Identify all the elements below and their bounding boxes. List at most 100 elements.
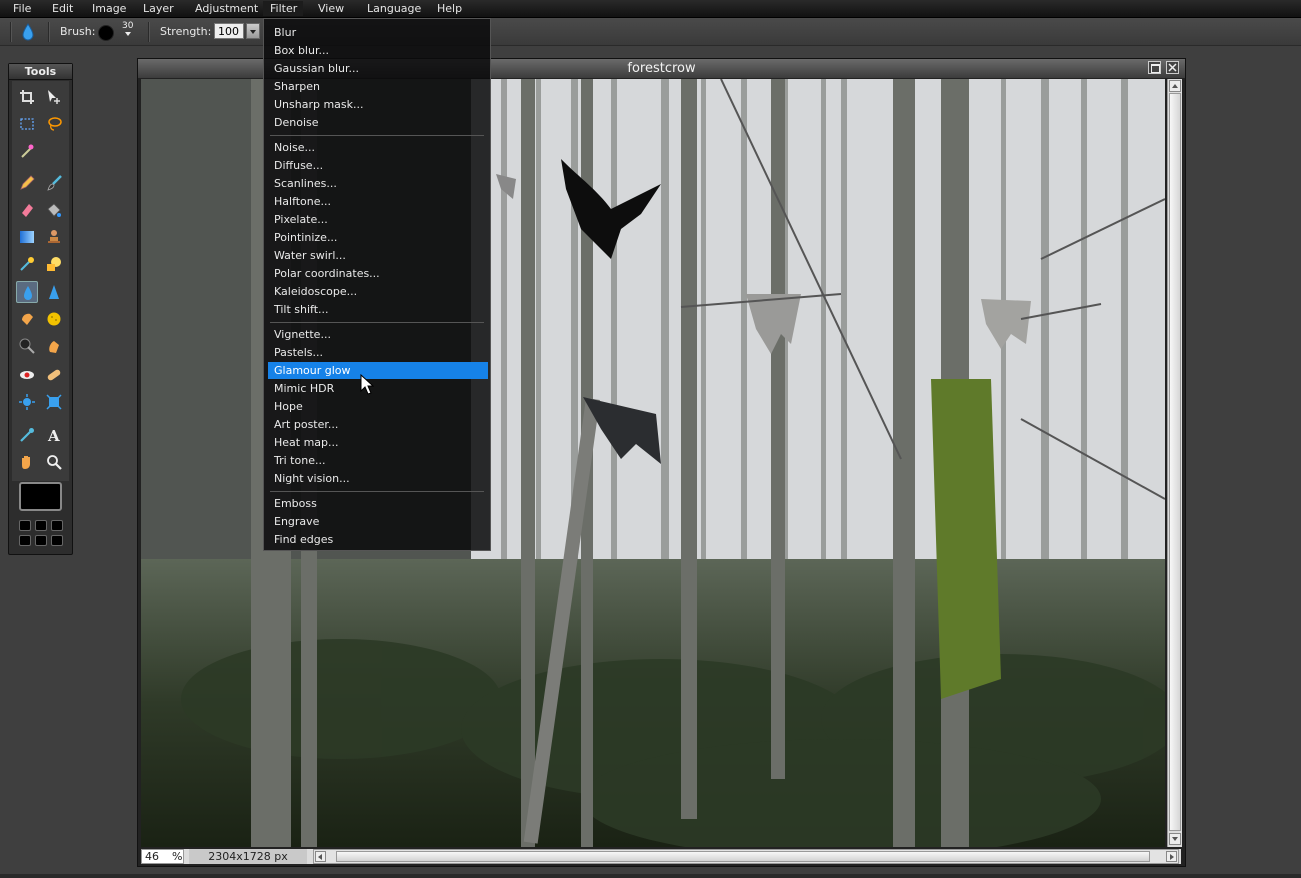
color-preset[interactable] bbox=[51, 520, 63, 531]
filter-menu-item-polar-coordinates[interactable]: Polar coordinates... bbox=[268, 265, 488, 282]
tool-hand[interactable] bbox=[16, 451, 38, 473]
tool-sharpen[interactable] bbox=[43, 281, 65, 303]
menu-adjustment[interactable]: Adjustment bbox=[195, 1, 258, 16]
tool-bloat[interactable] bbox=[16, 391, 38, 413]
foreground-color-swatch[interactable] bbox=[19, 482, 62, 511]
filter-menu-item-box-blur[interactable]: Box blur... bbox=[268, 42, 488, 59]
menu-filter[interactable]: Filter bbox=[263, 1, 303, 16]
filter-menu-item-engrave[interactable]: Engrave bbox=[268, 513, 488, 530]
tool-spot-heal[interactable] bbox=[43, 364, 65, 386]
red-eye-icon bbox=[20, 371, 34, 379]
strength-dropdown-button[interactable] bbox=[246, 23, 260, 39]
scroll-down-button[interactable] bbox=[1169, 833, 1181, 845]
filter-menu-item-art-poster[interactable]: Art poster... bbox=[268, 416, 488, 433]
maximize-button[interactable] bbox=[1148, 61, 1161, 74]
tool-burn[interactable] bbox=[16, 335, 38, 357]
menu-edit[interactable]: Edit bbox=[52, 1, 73, 16]
filter-menu-item-pastels[interactable]: Pastels... bbox=[268, 344, 488, 361]
color-preset[interactable] bbox=[19, 520, 31, 531]
svg-text:A: A bbox=[47, 427, 60, 443]
filter-menu-item-water-swirl[interactable]: Water swirl... bbox=[268, 247, 488, 264]
filter-menu-item-sharpen[interactable]: Sharpen bbox=[268, 78, 488, 95]
menu-layer[interactable]: Layer bbox=[143, 1, 174, 16]
filter-menu-item-halftone[interactable]: Halftone... bbox=[268, 193, 488, 210]
menu-image[interactable]: Image bbox=[92, 1, 126, 16]
filter-menu-item-vignette[interactable]: Vignette... bbox=[268, 326, 488, 343]
filter-menu-item-emboss[interactable]: Emboss bbox=[268, 495, 488, 512]
close-button[interactable] bbox=[1166, 61, 1179, 74]
tool-dodge[interactable] bbox=[43, 335, 65, 357]
vertical-scroll-thumb[interactable] bbox=[1169, 93, 1181, 831]
tool-gradient[interactable] bbox=[16, 226, 38, 248]
tool-color-picker[interactable] bbox=[16, 424, 38, 446]
color-preset[interactable] bbox=[35, 535, 47, 546]
filter-menu-item-scanlines[interactable]: Scanlines... bbox=[268, 175, 488, 192]
sharpen-icon bbox=[49, 285, 59, 299]
scroll-right-button[interactable] bbox=[1166, 851, 1177, 862]
strength-input[interactable]: 100 bbox=[214, 23, 244, 39]
horizontal-scrollbar[interactable] bbox=[313, 849, 1179, 864]
menu-help[interactable]: Help bbox=[437, 1, 462, 16]
tool-marquee[interactable] bbox=[16, 113, 38, 135]
filter-menu-item-diffuse[interactable]: Diffuse... bbox=[268, 157, 488, 174]
filter-menu-item-hope[interactable]: Hope bbox=[268, 398, 488, 415]
tool-paint-bucket[interactable] bbox=[43, 199, 65, 221]
tool-crop[interactable] bbox=[16, 86, 38, 108]
maximize-icon bbox=[1151, 64, 1160, 73]
brush-size-selector[interactable]: 30 bbox=[122, 22, 133, 36]
tool-magic-wand[interactable] bbox=[16, 140, 38, 162]
lasso-icon bbox=[48, 117, 62, 131]
filter-menu-item-glamour-glow[interactable]: Glamour glow bbox=[268, 362, 488, 379]
filter-menu-item-night-vision[interactable]: Night vision... bbox=[268, 470, 488, 487]
tool-color-replace[interactable] bbox=[16, 253, 38, 275]
filter-menu-item-tri-tone[interactable]: Tri tone... bbox=[268, 452, 488, 469]
filter-menu-item-noise[interactable]: Noise... bbox=[268, 139, 488, 156]
tool-zoom[interactable] bbox=[43, 451, 65, 473]
brush-preview[interactable] bbox=[98, 25, 114, 41]
filter-menu-item-blur[interactable]: Blur bbox=[268, 24, 488, 41]
dodge-hand-icon bbox=[49, 341, 59, 353]
filter-menu-item-kaleidoscope[interactable]: Kaleidoscope... bbox=[268, 283, 488, 300]
filter-menu-item-gaussian-blur[interactable]: Gaussian blur... bbox=[268, 60, 488, 77]
tool-lasso[interactable] bbox=[43, 113, 65, 135]
chevron-up-icon bbox=[1172, 84, 1178, 88]
mouse-cursor-icon bbox=[360, 374, 374, 395]
filter-menu-item-tilt-shift[interactable]: Tilt shift... bbox=[268, 301, 488, 318]
filter-menu-item-pixelate[interactable]: Pixelate... bbox=[268, 211, 488, 228]
chevron-left-icon bbox=[318, 854, 322, 860]
scroll-up-button[interactable] bbox=[1169, 80, 1181, 92]
sponge-icon bbox=[47, 312, 61, 326]
filter-menu-item-denoise[interactable]: Denoise bbox=[268, 114, 488, 131]
tool-move[interactable] bbox=[43, 86, 65, 108]
vertical-scrollbar[interactable] bbox=[1167, 79, 1182, 847]
pinch-icon bbox=[46, 394, 62, 410]
image-dimensions: 2304x1728 px bbox=[189, 849, 307, 864]
tool-sponge[interactable] bbox=[43, 308, 65, 330]
tool-pencil[interactable] bbox=[16, 172, 38, 194]
menu-bar: File Edit Image Layer Adjustment Filter … bbox=[0, 0, 1301, 18]
color-preset[interactable] bbox=[35, 520, 47, 531]
filter-menu-item-mimic-hdr[interactable]: Mimic HDR bbox=[268, 380, 488, 397]
filter-menu-item-unsharp-mask[interactable]: Unsharp mask... bbox=[268, 96, 488, 113]
filter-menu-item-heat-map[interactable]: Heat map... bbox=[268, 434, 488, 451]
tool-smudge[interactable] bbox=[16, 308, 38, 330]
color-preset[interactable] bbox=[51, 535, 63, 546]
tool-red-eye[interactable] bbox=[16, 364, 38, 386]
tool-brush[interactable] bbox=[43, 172, 65, 194]
filter-menu-item-find-edges[interactable]: Find edges bbox=[268, 531, 488, 548]
menu-language[interactable]: Language bbox=[367, 1, 421, 16]
color-preset[interactable] bbox=[19, 535, 31, 546]
menu-view[interactable]: View bbox=[318, 1, 344, 16]
menu-file[interactable]: File bbox=[13, 1, 31, 16]
tool-pinch[interactable] bbox=[43, 391, 65, 413]
tool-type[interactable]: A bbox=[43, 424, 65, 446]
horizontal-scroll-thumb[interactable] bbox=[336, 851, 1150, 862]
chevron-down-icon bbox=[1172, 837, 1178, 841]
tools-panel: Tools A bbox=[8, 63, 73, 555]
tool-eraser[interactable] bbox=[16, 199, 38, 221]
tool-blur[interactable] bbox=[16, 281, 38, 303]
tool-shape[interactable] bbox=[43, 253, 65, 275]
filter-menu-item-pointinize[interactable]: Pointinize... bbox=[268, 229, 488, 246]
tool-clone-stamp[interactable] bbox=[43, 226, 65, 248]
scroll-left-button[interactable] bbox=[315, 851, 326, 862]
